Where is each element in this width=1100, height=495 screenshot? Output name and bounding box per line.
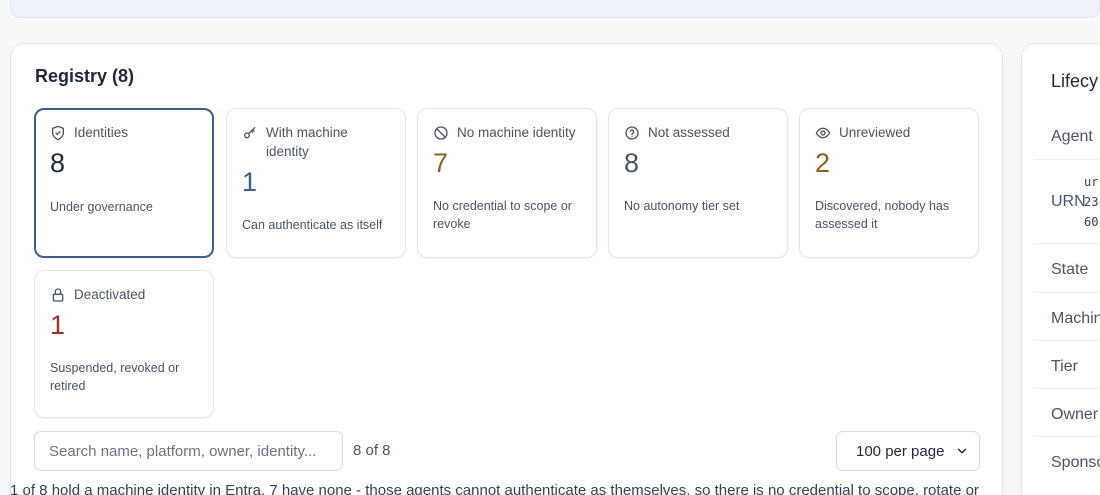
- shield-icon: [52, 125, 64, 141]
- card-with-machine-identity[interactable]: With machine identity 1 Can authenticate…: [226, 108, 406, 258]
- field-urn: URN: [1051, 193, 1086, 210]
- card-no-machine-identity[interactable]: No machine identity 7 No credential to s…: [417, 108, 597, 258]
- lifecycle-panel: Lifecy Agent ur URN 23 60 State Machin T…: [1021, 43, 1100, 495]
- card-subtitle: Can authenticate as itself: [242, 218, 383, 232]
- urn-value-mid: 23: [1084, 195, 1099, 209]
- field-sponsor: Sponso: [1051, 454, 1100, 471]
- divider: [1034, 340, 1100, 341]
- card-subtitle: No autonomy tier set: [624, 199, 740, 213]
- card-label: No machine identity: [457, 125, 576, 140]
- result-count: 8 of 8: [353, 442, 391, 459]
- card-subtitle: Suspended, revoked or retired: [50, 361, 180, 393]
- divider: [1034, 243, 1100, 244]
- field-state: State: [1051, 261, 1089, 278]
- urn-value-bottom: 60: [1084, 215, 1099, 229]
- field-owner: Owner: [1051, 406, 1099, 423]
- divider: [1034, 388, 1100, 389]
- card-label: Identities: [74, 125, 129, 140]
- card-label: Deactivated: [74, 287, 146, 302]
- field-tier: Tier: [1051, 358, 1078, 375]
- ban-icon: [434, 126, 448, 140]
- card-value: 7: [433, 148, 449, 178]
- per-page-value: 100 per page: [856, 442, 945, 460]
- card-not-assessed[interactable]: Not assessed 8 No autonomy tier set: [608, 108, 788, 258]
- eye-icon: [815, 127, 831, 139]
- search-input[interactable]: [34, 431, 343, 471]
- field-machine-identity: Machin: [1051, 310, 1100, 327]
- card-subtitle: Discovered, nobody has assessed it: [815, 199, 950, 231]
- lifecycle-title: Lifecy: [1051, 71, 1099, 91]
- card-value: 8: [50, 148, 66, 178]
- card-deactivated[interactable]: Deactivated 1 Suspended, revoked or reti…: [34, 270, 214, 418]
- card-label: With machine identity: [266, 125, 348, 159]
- field-agent: Agent: [1051, 128, 1093, 145]
- card-value: 8: [624, 148, 640, 178]
- info-banner: [10, 0, 1100, 18]
- question-circle-icon: [625, 126, 639, 140]
- card-value: 2: [815, 148, 831, 178]
- per-page-select[interactable]: 100 per page: [836, 431, 980, 471]
- card-value: 1: [242, 167, 258, 197]
- registry-panel: Registry (8) Identities 8 Under governan…: [10, 43, 1003, 495]
- card-identities[interactable]: Identities 8 Under governance: [34, 108, 214, 258]
- card-label: Unreviewed: [839, 125, 911, 140]
- card-subtitle: Under governance: [50, 200, 153, 214]
- divider: [1034, 292, 1100, 293]
- urn-value-top: ur: [1084, 175, 1099, 189]
- card-subtitle: No credential to scope or revoke: [433, 199, 572, 231]
- card-value: 1: [50, 310, 66, 340]
- chevron-down-icon: [957, 448, 967, 454]
- card-label: Not assessed: [648, 125, 730, 140]
- registry-title: Registry (8): [35, 66, 135, 86]
- divider: [1034, 159, 1100, 160]
- key-icon: [244, 127, 256, 139]
- lock-icon: [52, 288, 64, 302]
- machine-identity-note: 1 of 8 hold a machine identity in Entra.…: [10, 482, 979, 495]
- divider: [1034, 436, 1100, 437]
- card-unreviewed[interactable]: Unreviewed 2 Discovered, nobody has asse…: [799, 108, 979, 258]
